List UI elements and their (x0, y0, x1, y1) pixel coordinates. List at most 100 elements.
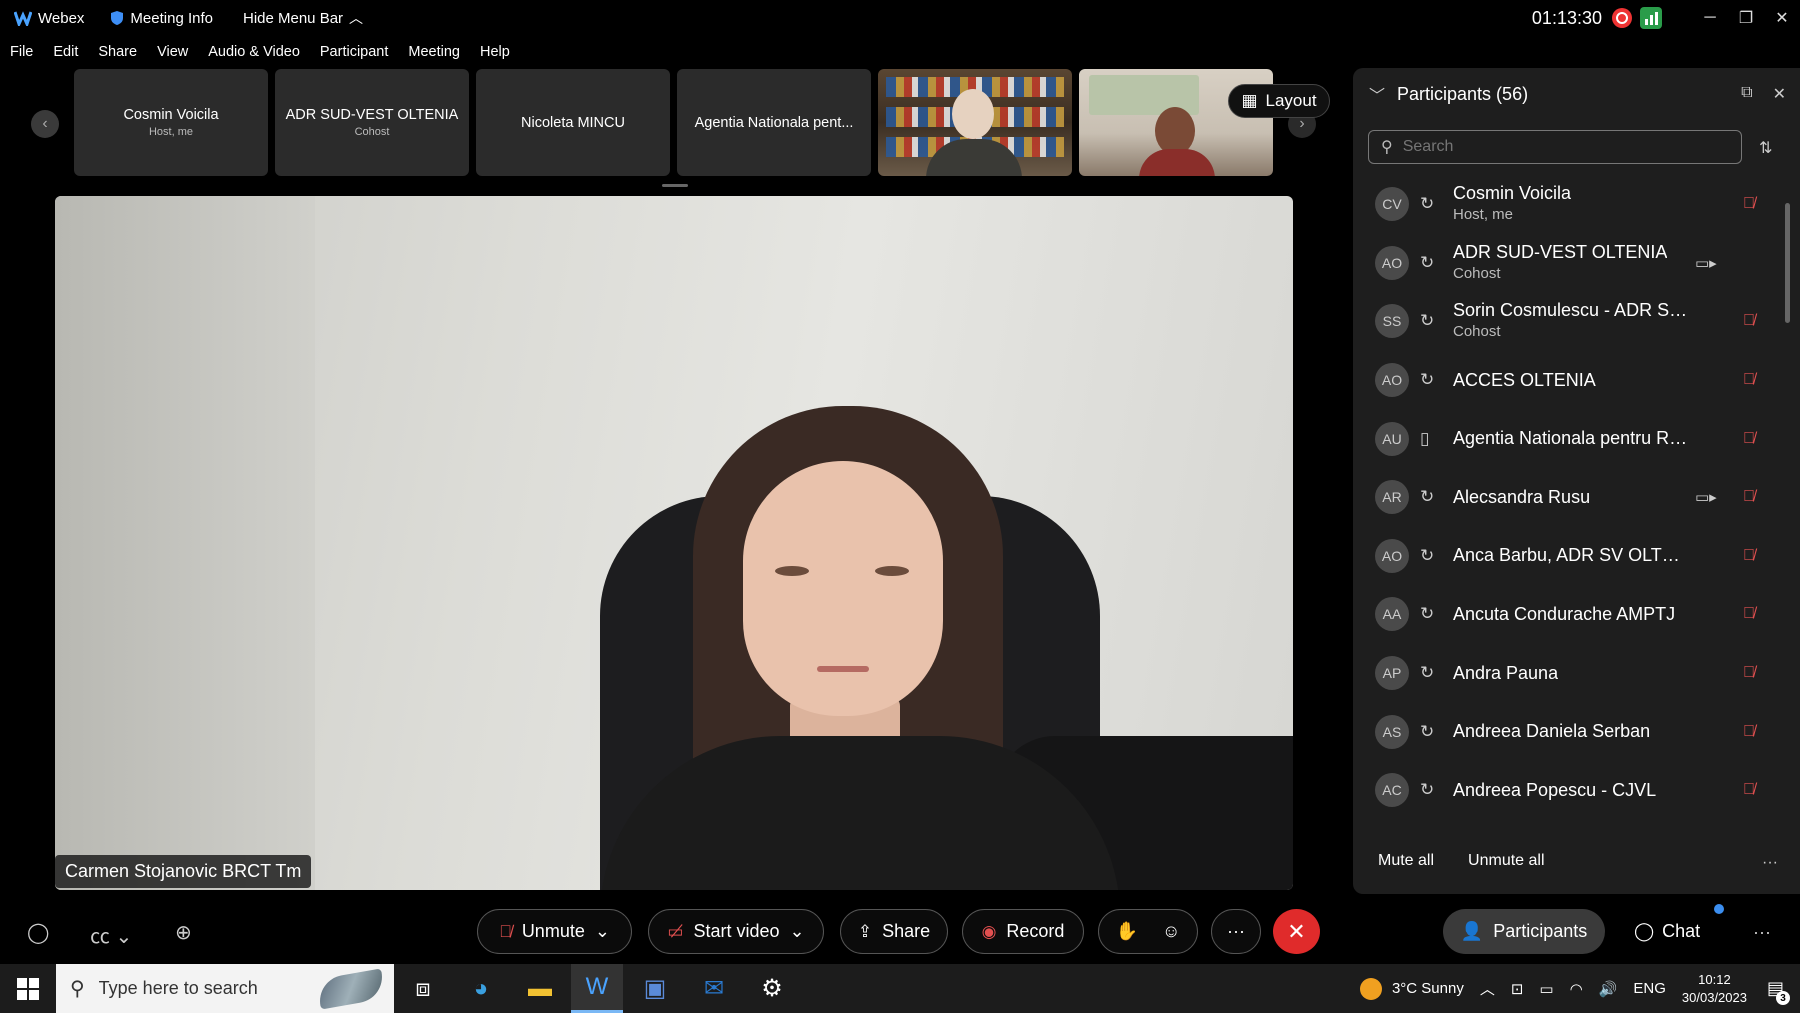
muted-mic-icon[interactable]: 🎙̸ (1743, 488, 1755, 506)
menu-help[interactable]: Help (480, 44, 510, 60)
captions-icon[interactable]: ㏄ ⌄ (90, 920, 132, 949)
file-explorer-icon[interactable]: ▬ (514, 964, 566, 1013)
more-panels-icon[interactable]: ··· (1753, 922, 1771, 943)
weather-label[interactable]: 3°C Sunny (1392, 980, 1464, 997)
menu-view[interactable]: View (157, 44, 188, 60)
menu-participant[interactable]: Participant (320, 44, 389, 60)
app-name: Webex (38, 9, 85, 27)
edge-browser-icon[interactable]: ◕ (455, 964, 507, 1013)
start-video-button[interactable]: ▭̸ Start video ⌄ (648, 909, 824, 954)
menu-meeting[interactable]: Meeting (408, 44, 460, 60)
more-options-button[interactable]: ··· (1211, 909, 1261, 954)
globe-icon[interactable]: ⊕ (175, 920, 192, 945)
thumbnail-video-tile[interactable] (878, 69, 1072, 176)
menu-edit[interactable]: Edit (53, 44, 78, 60)
participant-row[interactable]: AO ↻ Anca Barbu, ADR SV OLTENIA 🎙̸ (1353, 527, 1783, 586)
hide-menu-bar-button[interactable]: Hide Menu Bar ︿ (243, 8, 363, 28)
panel-footer: Mute all Unmute all (1378, 852, 1545, 870)
people-icon: 👤 (1460, 921, 1484, 941)
thumbnail-tile[interactable]: Cosmin Voicila Host, me (74, 69, 268, 176)
taskbar-search[interactable]: ⚲ Type here to search (56, 964, 394, 1013)
participant-row[interactable]: CV ↻ Cosmin Voicila Host, me 🎙̸ (1353, 175, 1783, 234)
participants-panel: ﹀ Participants (56) ⧉ ✕ ⚲ ⇅ CV ↻ Cosmin … (1353, 68, 1800, 894)
strip-resize-handle[interactable] (662, 184, 688, 187)
muted-mic-icon[interactable]: 🎙̸ (1743, 664, 1755, 682)
close-panel-icon[interactable]: ✕ (1773, 84, 1786, 104)
chevron-left-icon[interactable]: ‹ (31, 110, 59, 138)
layout-button[interactable]: ▦ Layout (1228, 84, 1330, 118)
participant-search[interactable]: ⚲ (1368, 130, 1742, 164)
menu-bar: File Edit Share View Audio & Video Parti… (0, 40, 520, 64)
battery-icon[interactable]: ▭ (1539, 980, 1553, 998)
windows-start-icon[interactable] (17, 978, 39, 1000)
record-button[interactable]: ◉ Record (962, 909, 1084, 954)
search-highlight-icon (315, 968, 387, 1010)
panel-scrollbar[interactable] (1785, 203, 1790, 323)
menu-file[interactable]: File (10, 44, 33, 60)
muted-mic-icon[interactable]: 🎙̸ (1743, 723, 1755, 741)
sync-icon: ↻ (1420, 721, 1435, 741)
participant-name: Sorin Cosmulescu - ADR SVO (1453, 300, 1688, 321)
language-indicator[interactable]: ENG (1633, 980, 1666, 997)
thumbnail-tile[interactable]: Agentia Nationala pent... (677, 69, 871, 176)
thumbnail-tile[interactable]: Nicoleta MINCU (476, 69, 670, 176)
leave-meeting-button[interactable]: ✕ (1273, 909, 1320, 954)
main-video[interactable] (55, 196, 1293, 890)
wifi-icon[interactable]: ◠ (1570, 980, 1583, 998)
unmute-all-button[interactable]: Unmute all (1468, 852, 1544, 870)
task-view-icon[interactable]: ⧈ (397, 964, 449, 1013)
share-button[interactable]: ⇪ Share (840, 909, 948, 954)
muted-mic-icon[interactable]: 🎙̸ (1743, 195, 1755, 213)
taskbar-clock[interactable]: 10:12 30/03/2023 (1682, 971, 1747, 1007)
chat-button[interactable]: ◯ Chat (1634, 909, 1700, 954)
meet-now-icon[interactable]: ⊡ (1511, 980, 1524, 998)
layout-label: Layout (1265, 91, 1317, 110)
chevron-down-icon[interactable]: ⌄ (595, 921, 610, 942)
notification-center-icon[interactable]: ▤ 3 (1767, 978, 1790, 1005)
participants-button[interactable]: 👤 Participants (1443, 909, 1605, 954)
panel-header[interactable]: ﹀ Participants (56) (1369, 82, 1528, 106)
muted-mic-icon[interactable]: 🎙̸ (1743, 605, 1755, 623)
muted-mic-icon[interactable]: 🎙̸ (1743, 371, 1755, 389)
more-options-icon[interactable]: ··· (1762, 854, 1778, 872)
restore-icon[interactable]: ❐ (1728, 8, 1764, 28)
menu-share[interactable]: Share (98, 44, 137, 60)
remote-desktop-icon[interactable]: ▣ (629, 964, 681, 1013)
settings-gear-icon[interactable]: ⚙ (746, 964, 798, 1013)
minimize-icon[interactable]: ─ (1692, 9, 1728, 27)
chevron-down-icon[interactable]: ﹀ (1369, 82, 1385, 106)
raise-hand-icon[interactable]: ✋ (1116, 921, 1138, 942)
outlook-icon[interactable]: ✉ (688, 964, 740, 1013)
muted-mic-icon[interactable]: 🎙̸ (1743, 430, 1755, 448)
chevron-up-icon[interactable]: ︿ (1480, 978, 1495, 999)
participant-row[interactable]: AA ↻ Ancuta Condurache AMPTJ 🎙̸ (1353, 585, 1783, 644)
meeting-info-button[interactable]: Meeting Info (110, 10, 213, 27)
participant-row[interactable]: SS ↻ Sorin Cosmulescu - ADR SVO Cohost 🎙… (1353, 292, 1783, 351)
webex-taskbar-icon[interactable]: W (571, 964, 623, 1013)
participant-row[interactable]: AS ↻ Andreea Daniela Serban 🎙̸ (1353, 702, 1783, 761)
taskbar-time: 10:12 (1698, 971, 1731, 987)
muted-mic-icon[interactable]: 🎙̸ (1743, 781, 1755, 799)
webex-assistant-icon[interactable]: ◯ (27, 920, 49, 945)
close-window-icon[interactable]: ✕ (1764, 8, 1800, 28)
thumbnail-tile[interactable]: ADR SUD-VEST OLTENIA Cohost (275, 69, 469, 176)
mute-all-button[interactable]: Mute all (1378, 852, 1434, 870)
emoji-reaction-icon[interactable]: ☺ (1162, 921, 1180, 942)
participant-row[interactable]: AO ↻ ACCES OLTENIA 🎙̸ (1353, 351, 1783, 410)
participant-row[interactable]: AP ↻ Andra Pauna 🎙̸ (1353, 644, 1783, 703)
participant-row[interactable]: AO ↻ ADR SUD-VEST OLTENIA Cohost ▭▸ (1353, 234, 1783, 293)
participant-row[interactable]: AU ▯ Agentia Nationala pentru Ro... 🎙̸ (1353, 409, 1783, 468)
pop-out-icon[interactable]: ⧉ (1741, 84, 1752, 104)
muted-mic-icon[interactable]: 🎙̸ (1743, 312, 1755, 330)
search-input[interactable] (1402, 138, 1723, 156)
volume-icon[interactable]: 🔊 (1599, 980, 1618, 998)
participant-row[interactable]: AC ↻ Andreea Popescu - CJVL 🎙̸ (1353, 761, 1783, 820)
sort-icon[interactable]: ⇅ (1759, 138, 1772, 158)
network-stats-icon[interactable] (1640, 7, 1662, 29)
person-head-graphic (1155, 107, 1195, 155)
muted-mic-icon[interactable]: 🎙̸ (1743, 547, 1755, 565)
menu-audio-video[interactable]: Audio & Video (208, 44, 300, 60)
chevron-down-icon[interactable]: ⌄ (790, 921, 805, 942)
unmute-button[interactable]: 🎙̸ Unmute ⌄ (477, 909, 632, 954)
participant-row[interactable]: AR ↻ Alecsandra Rusu ▭▸ 🎙̸ (1353, 468, 1783, 527)
